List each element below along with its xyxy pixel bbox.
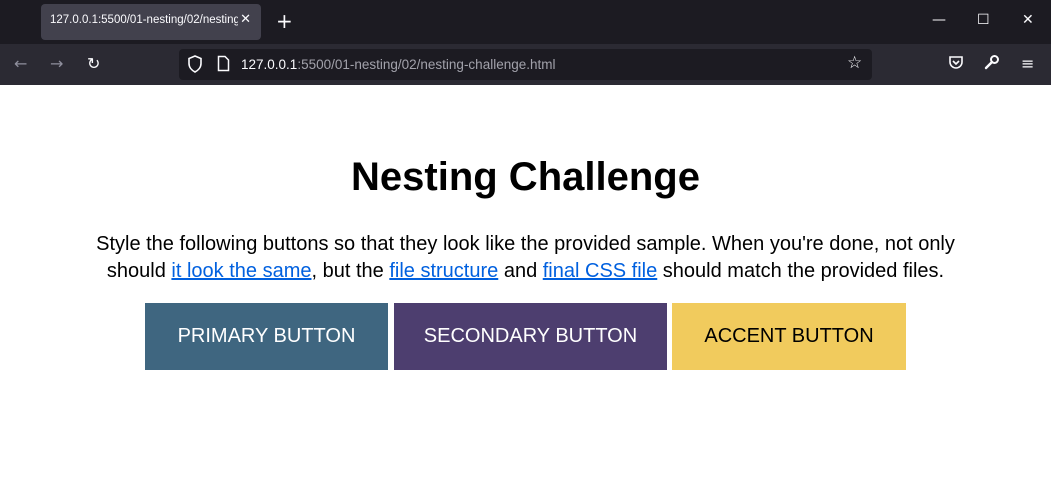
page-content: Nesting Challenge Style the following bu… [0, 85, 1051, 497]
pocket-icon[interactable] [948, 54, 964, 74]
page-description: Style the following buttons so that they… [70, 231, 981, 285]
forward-arrow-icon[interactable]: → [50, 54, 63, 73]
desc-text-4: should match the provided files. [657, 260, 945, 282]
desc-text-2: , but the [311, 260, 390, 282]
link-look-same[interactable]: it look the same [171, 260, 311, 282]
menu-icon[interactable]: ≡ [1021, 54, 1034, 73]
url-text[interactable]: 127.0.0.1:5500/01-nesting/02/nesting-cha… [241, 57, 556, 72]
link-file-structure[interactable]: file structure [389, 260, 498, 282]
maximize-icon[interactable]: ☐ [977, 12, 990, 28]
new-tab-button[interactable]: + [276, 10, 293, 32]
wrench-icon[interactable] [984, 54, 1000, 74]
url-bar[interactable]: 127.0.0.1:5500/01-nesting/02/nesting-cha… [179, 49, 872, 80]
url-host: 127.0.0.1 [241, 57, 298, 72]
browser-navbar: ← → ↻ 127.0.0.1:5500/01-nesting/02/nesti… [0, 44, 1051, 85]
page-icon[interactable] [217, 55, 230, 76]
page-title: Nesting Challenge [351, 155, 700, 199]
close-tab-icon[interactable]: ✕ [240, 12, 251, 27]
browser-titlebar: 127.0.0.1:5500/01-nesting/02/nesting-cha… [0, 0, 1051, 44]
accent-button[interactable]: ACCENT BUTTON [672, 303, 906, 370]
bookmark-star-icon[interactable]: ☆ [847, 53, 862, 73]
tab-title: 127.0.0.1:5500/01-nesting/02/nesting-cha… [50, 14, 238, 26]
browser-tab[interactable]: 127.0.0.1:5500/01-nesting/02/nesting-cha… [41, 4, 261, 40]
back-arrow-icon[interactable]: ← [14, 54, 27, 73]
close-window-icon[interactable]: ✕ [1022, 12, 1034, 28]
link-final-css[interactable]: final CSS file [543, 260, 658, 282]
primary-button[interactable]: PRIMARY BUTTON [145, 303, 388, 370]
reload-icon[interactable]: ↻ [87, 54, 100, 73]
secondary-button[interactable]: SECONDARY BUTTON [394, 303, 667, 370]
shield-icon[interactable] [187, 55, 203, 77]
minimize-icon[interactable]: — [932, 12, 946, 28]
url-path: :5500/01-nesting/02/nesting-challenge.ht… [297, 57, 556, 72]
desc-text-3: and [498, 260, 543, 282]
